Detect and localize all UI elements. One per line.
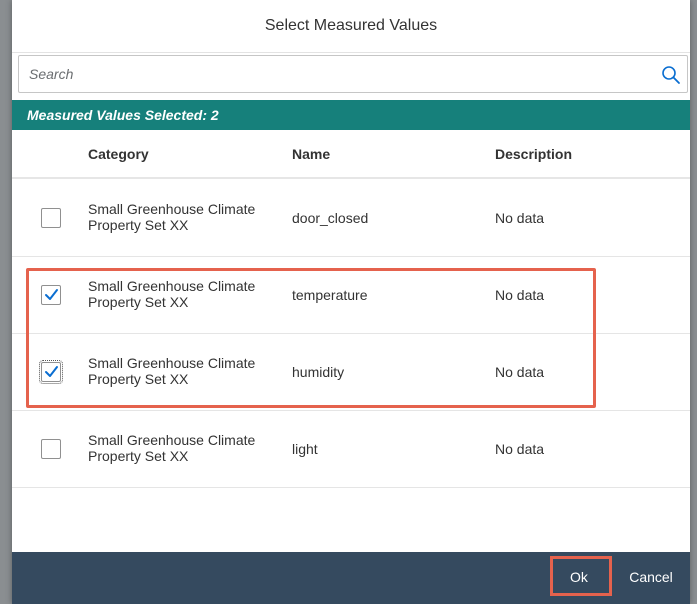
backdrop-left-edge <box>0 0 12 604</box>
column-header-category[interactable]: Category <box>88 146 149 162</box>
table-header: Category Name Description <box>12 131 690 179</box>
table-row[interactable]: Small Greenhouse Climate Property Set XX… <box>12 180 690 257</box>
cell-name: humidity <box>292 364 345 380</box>
table-row[interactable]: Small Greenhouse Climate Property Set XX… <box>12 257 690 334</box>
row-checkbox[interactable] <box>41 208 61 228</box>
table-row[interactable]: Small Greenhouse Climate Property Set XX… <box>12 411 690 488</box>
search-field <box>18 55 688 93</box>
cell-description: No data <box>495 210 545 226</box>
row-checkbox[interactable] <box>41 285 61 305</box>
cell-name: temperature <box>292 287 368 303</box>
row-checkbox[interactable] <box>39 360 63 384</box>
checkmark-icon <box>45 366 58 377</box>
table-row[interactable]: Small Greenhouse Climate Property Set XX… <box>12 334 690 411</box>
search-icon[interactable] <box>661 65 681 85</box>
cell-name: light <box>292 441 318 457</box>
cell-category: Small Greenhouse Climate Property Set XX <box>88 278 256 310</box>
search-input[interactable] <box>29 56 649 92</box>
cell-description: No data <box>495 364 545 380</box>
cell-description: No data <box>495 441 545 457</box>
cell-category: Small Greenhouse Climate Property Set XX <box>88 432 256 464</box>
dialog-title: Select Measured Values <box>264 17 438 34</box>
checkmark-icon <box>45 289 58 300</box>
cancel-button[interactable]: Cancel <box>620 560 682 594</box>
column-header-description[interactable]: Description <box>495 146 572 162</box>
dialog-header: Select Measured Values <box>12 0 690 53</box>
cell-name: door_closed <box>292 210 369 226</box>
column-header-name[interactable]: Name <box>292 146 330 162</box>
row-checkbox[interactable] <box>41 439 61 459</box>
selection-summary: Measured Values Selected: 2 <box>27 107 219 123</box>
ok-button[interactable]: Ok <box>558 560 600 594</box>
backdrop-right-edge <box>690 0 697 604</box>
cell-category: Small Greenhouse Climate Property Set XX <box>88 355 256 387</box>
selection-summary-bar: Measured Values Selected: 2 <box>12 100 690 130</box>
dialog-footer: Ok Cancel <box>12 552 690 604</box>
cell-description: No data <box>495 287 545 303</box>
select-measured-values-dialog: Select Measured Values Measured Values S… <box>12 0 690 604</box>
cell-category: Small Greenhouse Climate Property Set XX <box>88 201 256 233</box>
